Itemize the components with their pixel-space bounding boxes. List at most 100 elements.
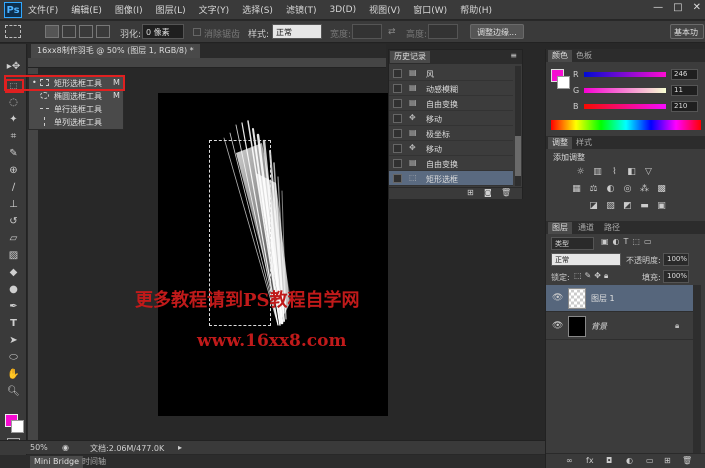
brush-tool-icon[interactable]: ∕ <box>4 179 23 196</box>
history-item[interactable]: ▤ 风 <box>389 66 513 81</box>
curves-icon[interactable]: ⌇ <box>608 167 621 178</box>
refine-edge-button[interactable]: 调整边缘... <box>470 24 524 39</box>
bw-icon[interactable]: ◐ <box>604 184 617 195</box>
marquee-preset-icon[interactable] <box>5 25 21 38</box>
path-select-icon[interactable]: ➤ <box>4 332 23 349</box>
gradient-map-icon[interactable]: ▬ <box>638 201 651 212</box>
tab-styles[interactable]: 样式 <box>572 137 596 149</box>
history-scrollbar[interactable] <box>515 66 521 186</box>
trash-icon[interactable]: 🗑︎ <box>682 456 692 465</box>
camera-icon[interactable]: ◙ <box>484 188 492 197</box>
link-icon[interactable]: ∞ <box>566 456 573 465</box>
blend-mode-select[interactable]: 正常 <box>551 253 621 266</box>
tab-channels[interactable]: 通道 <box>574 222 598 234</box>
menu-filter[interactable]: 滤镜(T) <box>286 3 317 16</box>
clone-stamp-icon[interactable]: ⊥ <box>4 196 23 213</box>
type-tool-icon[interactable]: T <box>4 315 23 332</box>
status-menu-icon[interactable]: ▸ <box>178 443 182 452</box>
history-checkbox[interactable] <box>393 99 402 108</box>
healing-brush-icon[interactable]: ⊕ <box>4 162 23 179</box>
brightness-icon[interactable]: ☼ <box>574 167 587 178</box>
flyout-item-single-column[interactable]: 单列选框工具 <box>29 117 125 129</box>
history-item[interactable]: ▤ 极坐标 <box>389 126 513 141</box>
blue-track[interactable] <box>584 104 666 109</box>
width-input[interactable] <box>352 24 382 39</box>
history-item[interactable]: ✥ 移动 <box>389 141 513 156</box>
menu-window[interactable]: 窗口(W) <box>413 3 447 16</box>
red-slider[interactable]: R 246 <box>573 69 703 80</box>
tab-adjustments[interactable]: 调整 <box>548 137 572 149</box>
subtract-selection-icon[interactable] <box>79 25 93 38</box>
adjustment-layer-icon[interactable]: ◐ <box>626 456 633 465</box>
menu-select[interactable]: 选择(S) <box>242 3 273 16</box>
history-checkbox[interactable] <box>393 174 402 183</box>
eye-icon[interactable]: 👁︎ <box>552 293 563 303</box>
menu-image[interactable]: 图像(I) <box>115 3 143 16</box>
tab-timeline[interactable]: 时间轴 <box>78 456 110 468</box>
style-select[interactable]: 正常 <box>272 24 322 39</box>
levels-icon[interactable]: ▥ <box>591 167 604 178</box>
eye-icon[interactable]: 👁︎ <box>552 321 563 331</box>
crop-tool-icon[interactable]: ⌗ <box>4 128 23 145</box>
dodge-tool-icon[interactable]: ● <box>4 281 23 298</box>
antialias-checkbox[interactable] <box>193 28 201 36</box>
menu-help[interactable]: 帮助(H) <box>460 3 492 16</box>
height-input[interactable] <box>428 24 458 39</box>
history-item[interactable]: ▤ 自由变换 <box>389 156 513 171</box>
tab-color[interactable]: 颜色 <box>548 50 572 62</box>
lasso-tool-icon[interactable]: ◌ <box>4 94 23 111</box>
gradient-icon[interactable]: ▨ <box>4 247 23 264</box>
workspace-button[interactable]: 基本功 <box>670 24 704 39</box>
menu-type[interactable]: 文字(Y) <box>199 3 230 16</box>
add-selection-icon[interactable] <box>62 25 76 38</box>
doc-info[interactable]: 文档:2.06M/477.0K <box>90 443 164 454</box>
menu-file[interactable]: 文件(F) <box>28 3 58 16</box>
green-value-input[interactable]: 11 <box>671 85 698 96</box>
ellipse-tool-icon[interactable]: ⬭ <box>4 349 23 366</box>
maximize-icon[interactable]: □ <box>673 2 682 13</box>
vibrance-icon[interactable]: ▽ <box>642 167 655 178</box>
red-track[interactable] <box>584 72 666 77</box>
history-scroll-thumb[interactable] <box>515 136 521 176</box>
threshold-icon[interactable]: ◩ <box>621 201 634 212</box>
layer-row[interactable]: 👁︎ 背景 🔒︎ <box>546 313 693 340</box>
minimize-icon[interactable]: — <box>653 2 663 13</box>
channel-mixer-icon[interactable]: ⁂ <box>638 184 651 195</box>
green-slider[interactable]: G 11 <box>573 85 703 96</box>
menu-3d[interactable]: 3D(D) <box>329 5 356 15</box>
close-icon[interactable]: ✕ <box>693 2 701 13</box>
history-checkbox[interactable] <box>393 129 402 138</box>
color-balance-icon[interactable]: ⚖ <box>587 184 600 195</box>
status-arrow-icon[interactable]: ◉ <box>62 443 69 452</box>
pen-tool-icon[interactable]: ✒ <box>4 298 23 315</box>
layer-filter-icons[interactable]: ▣◐T⬚▭ <box>601 237 656 246</box>
blue-value-input[interactable]: 210 <box>671 101 698 112</box>
red-value-input[interactable]: 246 <box>671 69 698 80</box>
history-checkbox[interactable] <box>393 159 402 168</box>
photo-filter-icon[interactable]: ◎ <box>621 184 634 195</box>
posterize-icon[interactable]: ▧ <box>604 201 617 212</box>
tab-paths[interactable]: 路径 <box>600 222 624 234</box>
history-item-active[interactable]: ⬚ 矩形选框 <box>389 171 513 186</box>
exposure-icon[interactable]: ◧ <box>625 167 638 178</box>
new-layer-icon[interactable]: ⊞ <box>664 456 671 465</box>
background-color-swatch[interactable] <box>11 420 24 433</box>
feather-input[interactable]: 0 像素 <box>142 24 184 39</box>
history-checkbox[interactable] <box>393 69 402 78</box>
layer-row-selected[interactable]: 👁︎ 图层 1 <box>546 285 693 312</box>
document-tab[interactable]: 16xx8制作羽毛 @ 50% (图层 1, RGB/8) * <box>31 44 200 58</box>
lock-icons[interactable]: ⬚✎✥🔒︎ <box>574 271 611 281</box>
menu-view[interactable]: 视图(V) <box>369 3 400 16</box>
menu-layer[interactable]: 图层(L) <box>156 3 186 16</box>
history-item[interactable]: ▤ 自由变换 <box>389 96 513 111</box>
zoom-level[interactable]: 50% <box>30 443 48 452</box>
blue-slider[interactable]: B 210 <box>573 101 703 112</box>
trash-icon[interactable]: 🗑︎ <box>501 188 511 197</box>
zoom-tool-icon[interactable]: 🔍︎ <box>4 383 23 400</box>
eraser-icon[interactable]: ▱ <box>4 230 23 247</box>
history-checkbox[interactable] <box>393 144 402 153</box>
flyout-item-single-row[interactable]: 单行选框工具 <box>29 104 125 116</box>
invert-icon[interactable]: ◪ <box>587 201 600 212</box>
tab-swatches[interactable]: 色板 <box>572 50 596 62</box>
color-spectrum-bar[interactable] <box>551 120 701 130</box>
